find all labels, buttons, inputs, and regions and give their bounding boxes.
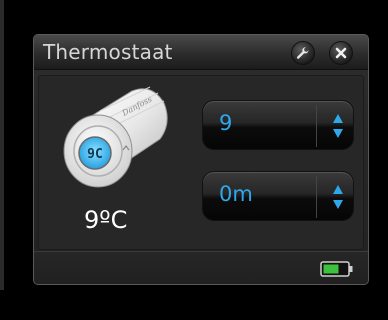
window-title: Thermostaat (43, 40, 173, 64)
temperature-readout: 9ºC (84, 206, 128, 234)
spinner-arrows-icon[interactable] (331, 112, 345, 140)
setpoint-value: 9 (219, 111, 233, 135)
thermostat-widget: Thermostaat 9C Danfoss 9ºC 9 0m (33, 34, 369, 285)
close-button[interactable] (329, 41, 353, 65)
spinner-divider (316, 176, 317, 218)
battery-icon (320, 261, 353, 277)
titlebar[interactable]: Thermostaat (34, 35, 368, 70)
duration-spinner[interactable]: 0m (202, 171, 354, 221)
duration-value: 0m (219, 182, 253, 206)
device-display-text: 9C (87, 147, 103, 162)
wrench-icon (296, 46, 309, 59)
spinner-divider (316, 105, 317, 147)
status-bar (34, 251, 368, 284)
close-icon (335, 47, 347, 59)
setpoint-spinner[interactable]: 9 (202, 100, 354, 150)
thermostat-device-image: 9C Danfoss (63, 86, 168, 188)
battery-level (323, 264, 339, 274)
settings-button[interactable] (291, 41, 315, 65)
spinner-arrows-icon[interactable] (331, 183, 345, 211)
background-panel-edge (0, 0, 4, 290)
